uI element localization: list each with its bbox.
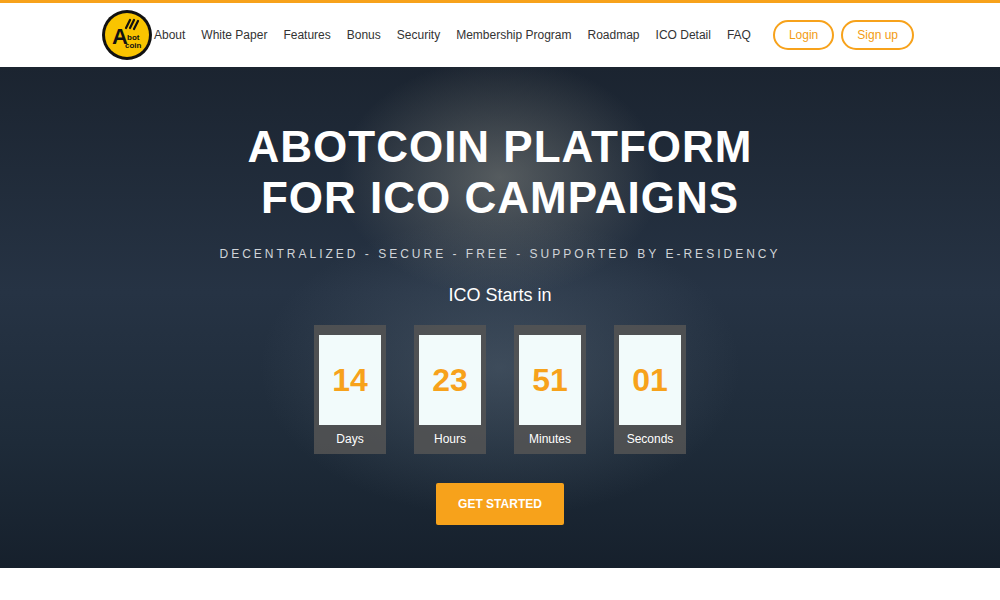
auth-buttons: LoginSign up (773, 20, 914, 50)
tagline: DECENTRALIZED - SECURE - FREE - SUPPORTE… (0, 245, 1000, 263)
get-started-button[interactable]: GET STARTED (436, 483, 564, 525)
countdown-label: Hours (419, 430, 481, 448)
nav-link[interactable]: Security (397, 26, 440, 44)
nav-link[interactable]: About (154, 26, 185, 44)
logo[interactable]: Abotcoin (100, 8, 154, 62)
login-button[interactable]: Login (773, 20, 834, 50)
countdown-label: Minutes (519, 430, 581, 448)
hero-section: ABOTCOIN PLATFORMFOR ICO CAMPAIGNS DECENT… (0, 67, 1000, 568)
countdown-value: 01 (619, 335, 681, 425)
countdown-value: 23 (419, 335, 481, 425)
nav-link[interactable]: Bonus (347, 26, 381, 44)
top-navbar: Abotcoin About White Paper Features Bonus Se… (0, 0, 1000, 67)
logo-text: coin (125, 41, 142, 50)
countdown: 14 Days 23 Hours 51 Minutes 01 Seconds (0, 325, 1000, 454)
nav-link[interactable]: ICO Detail (656, 26, 711, 44)
countdown-label: Days (319, 430, 381, 448)
signup-button[interactable]: Sign up (841, 20, 914, 50)
nav-link[interactable]: Membership Program (456, 26, 571, 44)
countdown-box: 51 Minutes (514, 325, 586, 454)
nav-link[interactable]: Roadmap (588, 26, 640, 44)
countdown-box: 01 Seconds (614, 325, 686, 454)
countdown-value: 51 (519, 335, 581, 425)
nav-link[interactable]: FAQ (727, 26, 751, 44)
countdown-title: ICO Starts in (0, 282, 1000, 309)
nav-link[interactable]: White Paper (201, 26, 267, 44)
main-nav: About White Paper Features Bonus Security Mem… (154, 20, 914, 50)
countdown-box: 23 Hours (414, 325, 486, 454)
logo-icon: Abotcoin (100, 8, 154, 62)
hero-title: ABOTCOIN PLATFORMFOR ICO CAMPAIGNS (0, 121, 1000, 223)
nav-link[interactable]: Features (283, 26, 330, 44)
title-line: FOR ICO CAMPAIGNS (0, 172, 1000, 223)
countdown-label: Seconds (619, 430, 681, 448)
title-line: ABOTCOIN PLATFORM (0, 121, 1000, 172)
countdown-value: 14 (319, 335, 381, 425)
countdown-box: 14 Days (314, 325, 386, 454)
